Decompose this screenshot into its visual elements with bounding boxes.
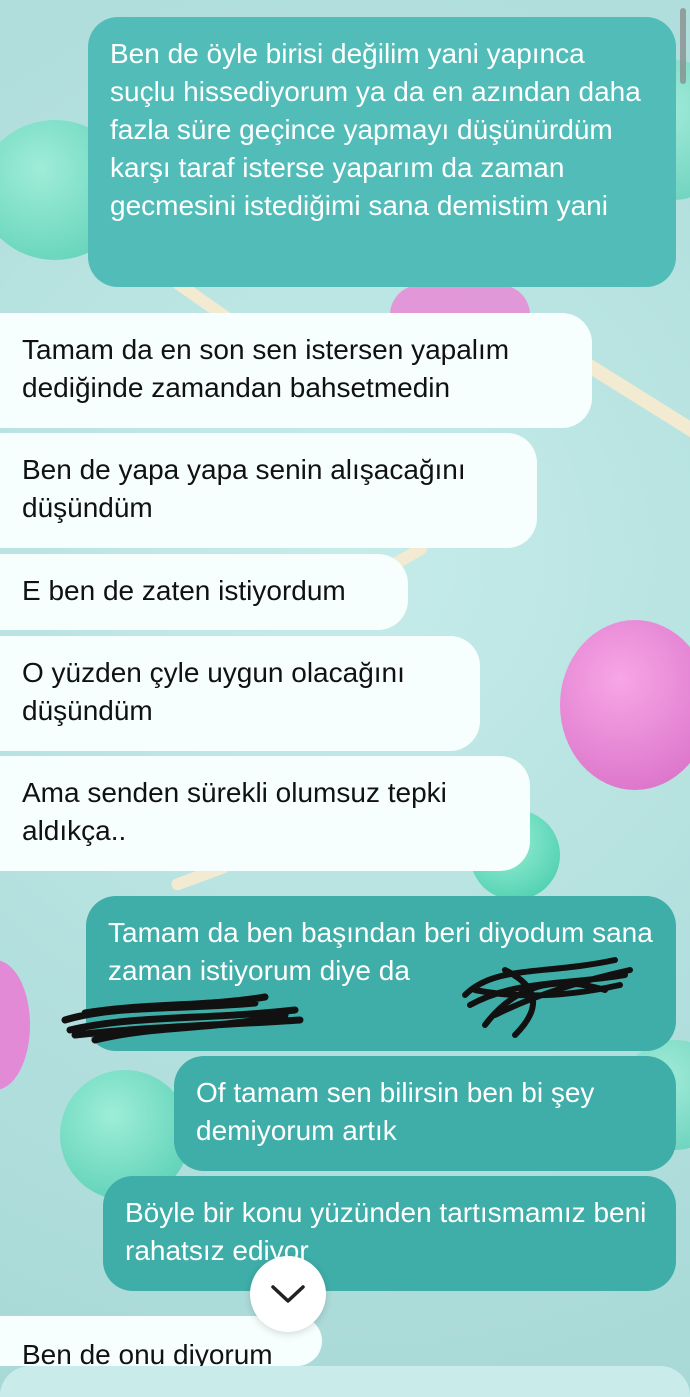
message-bubble-outgoing[interactable]: Ben de öyle birisi değilim yani yapınca … [88,17,676,287]
message-text: Ben de onu diyorum [22,1339,273,1366]
message-bubble-incoming[interactable]: Ama senden sürekli olumsuz tepki aldıkça… [0,756,530,871]
message-text: Ben de yapa yapa senin alışacağını düşün… [22,454,466,523]
chevron-down-icon [271,1285,305,1303]
message-text: Ben de öyle birisi değilim yani yapınca … [110,38,641,221]
scrollbar[interactable] [680,8,686,84]
message-text: Of tamam sen bilirsin ben bi şey demiyor… [196,1077,595,1146]
message-text: E ben de zaten istiyordum [22,575,346,606]
message-bubble-incoming[interactable]: O yüzden çyle uygun olacağını düşündüm [0,636,480,751]
redaction-scribble [61,993,304,1044]
message-bubble-outgoing[interactable]: Of tamam sen bilirsin ben bi şey demiyor… [174,1056,676,1171]
message-text: O yüzden çyle uygun olacağını düşündüm [22,657,405,726]
message-bubble-incoming[interactable]: Tamam da en son sen istersen yapalım ded… [0,313,592,428]
scroll-down-button[interactable] [250,1256,326,1332]
message-text: Böyle bir konu yüzünden tartısmamız beni… [125,1197,647,1266]
message-bubble-outgoing[interactable]: Böyle bir konu yüzünden tartısmamız beni… [103,1176,676,1291]
message-composer[interactable] [0,1366,690,1397]
message-text: Ama senden sürekli olumsuz tepki aldıkça… [22,777,447,846]
message-bubble-incoming[interactable]: Ben de yapa yapa senin alışacağını düşün… [0,433,537,548]
message-bubble-incoming[interactable]: E ben de zaten istiyordum [0,554,408,630]
message-thread: Ben de öyle birisi değilim yani yapınca … [0,0,690,1397]
redaction-scribble [462,957,633,1038]
message-text: Tamam da en son sen istersen yapalım ded… [22,334,510,403]
